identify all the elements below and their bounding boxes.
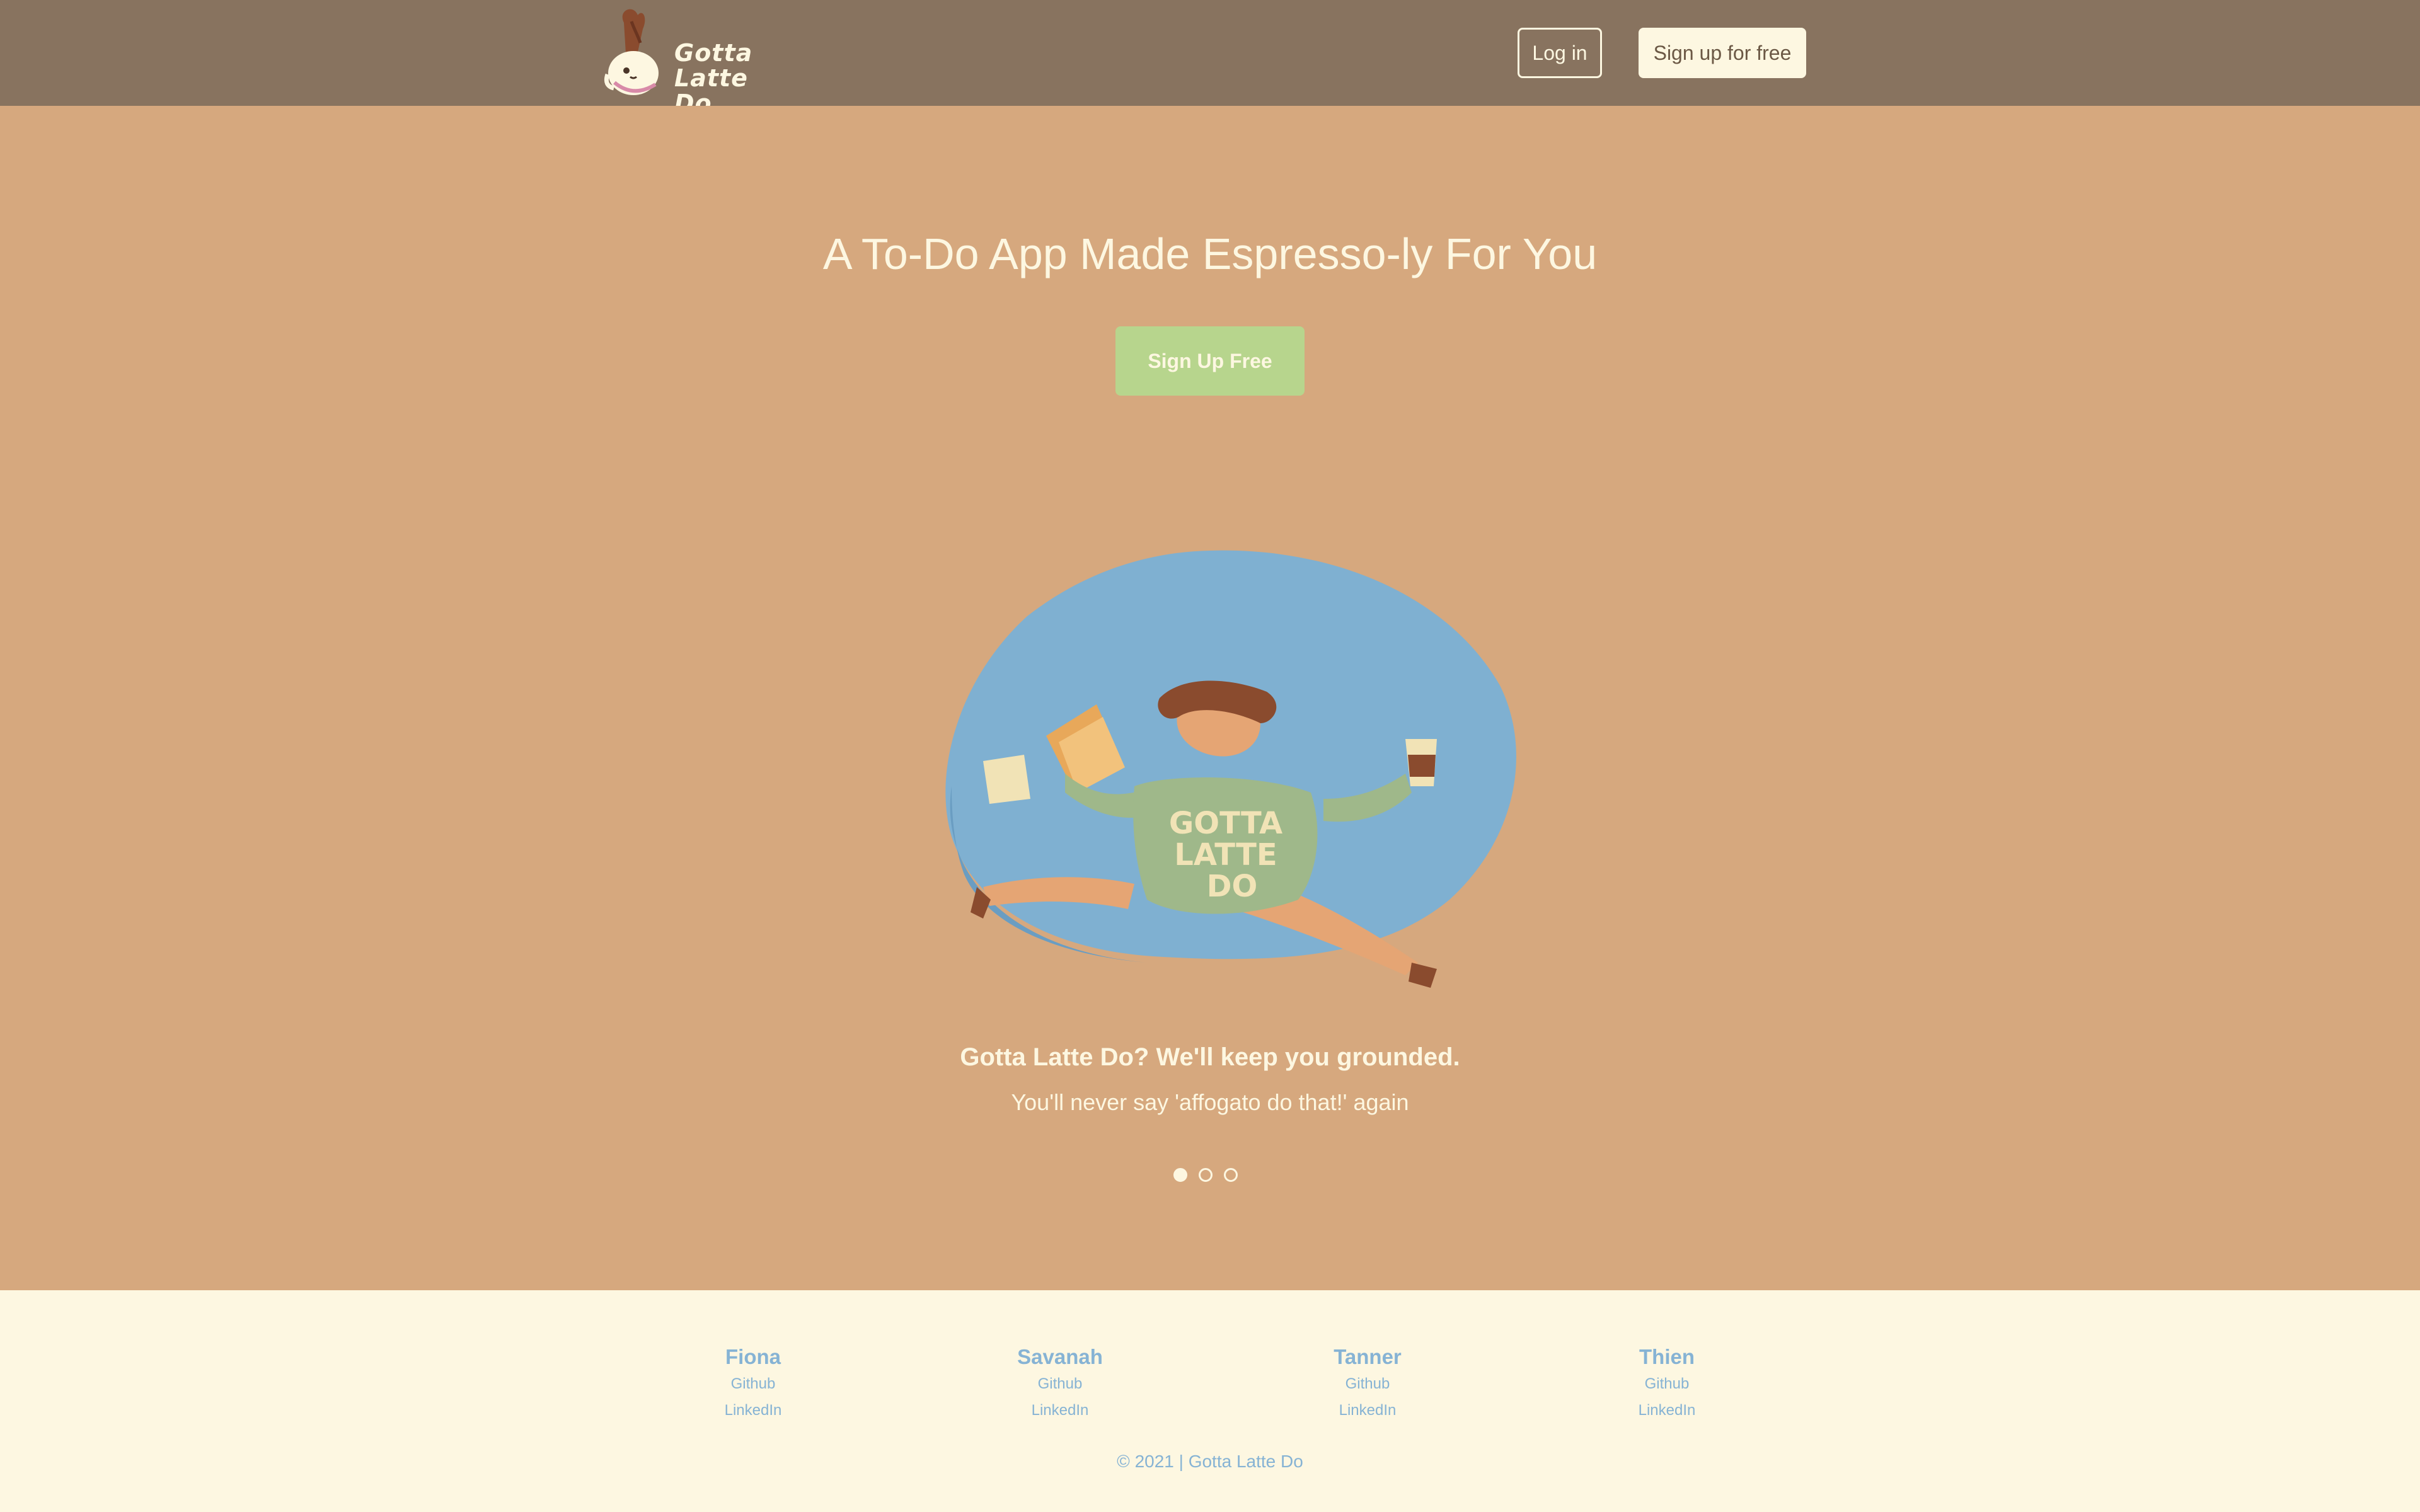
hero-signup-button[interactable]: Sign Up Free <box>1115 326 1305 396</box>
carousel-caption-title: Gotta Latte Do? We'll keep you grounded. <box>960 1043 1460 1071</box>
running-person-with-coffee-illustration: GOTTA LATTE DO <box>945 550 1516 988</box>
github-link[interactable]: Github <box>1273 1371 1462 1397</box>
brand-wordmark: Gotta Latte Do <box>674 40 781 116</box>
login-button[interactable]: Log in <box>1518 28 1602 78</box>
member-name: Thien <box>1639 1345 1695 1368</box>
shirt-line-3: DO <box>1207 869 1258 904</box>
carousel-dot-1[interactable] <box>1173 1168 1187 1182</box>
linkedin-link[interactable]: LinkedIn <box>965 1397 1155 1424</box>
carousel-caption-subtitle: You'll never say 'affogato do that!' aga… <box>1011 1089 1409 1115</box>
member-name: Fiona <box>725 1345 781 1368</box>
hero-section: A To-Do App Made Espresso-ly For You Sig… <box>0 106 2420 1290</box>
team-member-tanner: Tanner Github LinkedIn <box>1273 1343 1462 1424</box>
signup-button[interactable]: Sign up for free <box>1639 28 1806 78</box>
linkedin-link[interactable]: LinkedIn <box>1273 1397 1462 1424</box>
carousel-indicators <box>1173 1168 1249 1187</box>
brand-line-1: Gotta <box>674 39 753 67</box>
shirt-line-1: GOTTA <box>1169 806 1282 841</box>
github-link[interactable]: Github <box>965 1371 1155 1397</box>
team-member-savanah: Savanah Github LinkedIn <box>965 1343 1155 1424</box>
navbar: Gotta Latte Do Log in Sign up for free <box>0 0 2420 116</box>
team-member-thien: Thien Github LinkedIn <box>1572 1343 1761 1424</box>
team-member-fiona: Fiona Github LinkedIn <box>659 1343 848 1424</box>
member-name: Tanner <box>1334 1345 1402 1368</box>
linkedin-link[interactable]: LinkedIn <box>1572 1397 1761 1424</box>
github-link[interactable]: Github <box>1572 1371 1761 1397</box>
footer: Fiona Github LinkedIn Savanah Github Lin… <box>0 1290 2420 1512</box>
hero-title: A To-Do App Made Espresso-ly For You <box>822 229 1598 278</box>
member-name: Savanah <box>1017 1345 1103 1368</box>
brand-logo-link[interactable]: Gotta Latte Do <box>599 4 781 116</box>
github-link[interactable]: Github <box>659 1371 848 1397</box>
linkedin-link[interactable]: LinkedIn <box>659 1397 848 1424</box>
shirt-line-2: LATTE <box>1174 837 1277 873</box>
carousel-dot-2[interactable] <box>1199 1168 1213 1182</box>
copyright-text: © 2021 | Gotta Latte Do <box>1117 1452 1303 1471</box>
carousel-dot-3[interactable] <box>1224 1168 1238 1182</box>
coffee-cup-mascot-icon <box>604 9 659 95</box>
